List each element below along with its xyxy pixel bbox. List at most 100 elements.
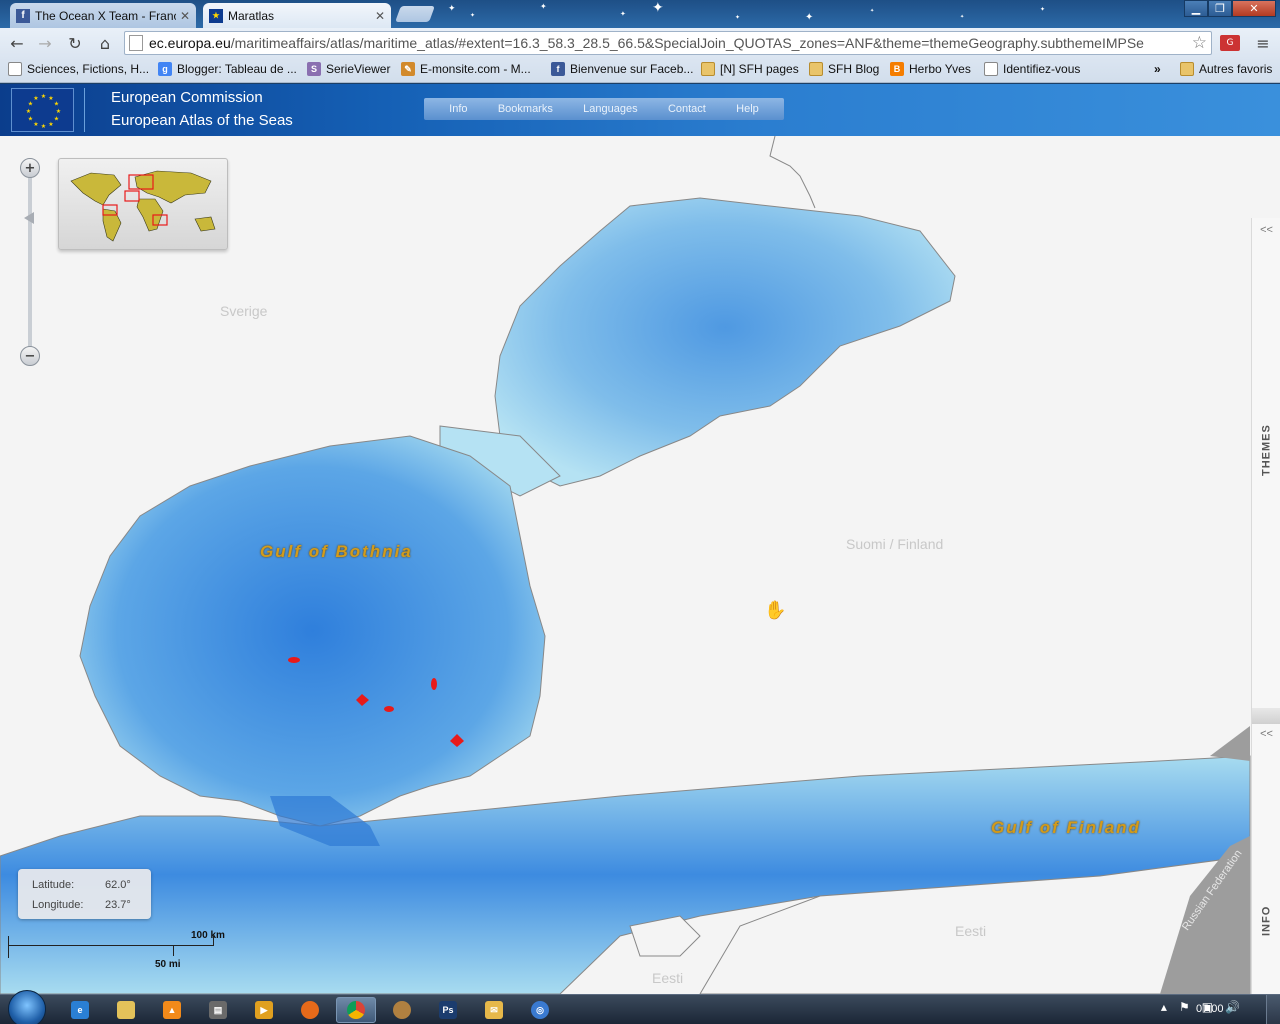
eu-flag-icon: ★ [209,8,223,23]
side-panel: << THEMES << INFO [1251,218,1280,994]
show-desktop-button[interactable] [1266,995,1280,1024]
volume-icon[interactable]: 🔊 [1225,1000,1240,1014]
bookmark-label: Blogger: Tableau de ... [177,62,297,76]
map-canvas[interactable]: Sverige Suomi / Finland Eesti Eesti Russ… [0,136,1280,994]
bookmark-label: SerieViewer [326,62,391,76]
info-collapse-toggle[interactable]: << [1252,728,1280,740]
taskbar-photoshop[interactable]: Ps [428,997,468,1023]
window-close-button[interactable]: ✕ [1232,0,1276,17]
decor-star: ✦ [448,4,456,14]
eu-flag-logo[interactable]: ★ ★ ★ ★ ★ ★ ★ ★ ★ ★ ★ ★ [11,88,74,132]
tray-expand-icon[interactable]: ▴ [1161,1000,1167,1014]
zoom-slider-handle[interactable] [24,212,34,224]
photoshop-icon: Ps [439,1001,457,1019]
bookmark-item[interactable]: f Bienvenue sur Faceb... [551,62,693,76]
taskbar-media[interactable]: ▶ [244,997,284,1023]
google-icon: g [158,62,172,76]
film-icon: ▤ [209,1001,227,1019]
bookmarks-bar: Sciences, Fictions, H... g Blogger: Table… [0,58,1280,83]
address-bar[interactable]: ec.europa.eu/maritimeaffairs/atlas/marit… [124,31,1212,55]
border-line [769,136,816,209]
taskbar-firefox[interactable] [290,997,330,1023]
forward-arrow-icon[interactable]: → [34,32,56,54]
menu-bookmarks[interactable]: Bookmarks [498,103,553,115]
taskbar-explorer[interactable] [106,997,146,1023]
scale-km-line [8,945,214,946]
bookmark-folder[interactable]: [N] SFH pages [701,62,799,76]
taskbar-vlc[interactable]: ▲ [152,997,192,1023]
menu-help[interactable]: Help [736,103,759,115]
vlc-icon: ▲ [163,1001,181,1019]
bathymetry-layer [0,136,1251,994]
wrench-menu-icon[interactable]: ≡ [1252,32,1274,54]
back-arrow-icon[interactable]: ← [6,32,28,54]
taskbar-app[interactable]: ◎ [520,997,560,1023]
taskbar-app[interactable] [382,997,422,1023]
coordinate-readout: Latitude: 62.0° Longitude: 23.7° [18,869,151,919]
decor-star: ✦ [540,2,547,11]
facebook-icon: f [551,62,565,76]
decor-star: ✦ [735,14,741,21]
tab-maratlas[interactable]: ★ Maratlas ✕ [203,3,391,28]
firefox-icon [301,1001,319,1019]
svg-text:★: ★ [48,121,53,128]
bookmark-item[interactable]: S SerieViewer [307,62,390,76]
home-icon[interactable]: ⌂ [94,32,116,54]
label-finland: Suomi / Finland [846,536,944,552]
hand-cursor-icon: ✋ [764,600,787,621]
reload-icon[interactable]: ↻ [64,32,86,54]
taskbar-app[interactable]: ▤ [198,997,238,1023]
restore-button[interactable]: ❐ [1208,0,1232,17]
bay-of-bothnia [494,197,956,487]
extension-icon[interactable]: G [1220,35,1240,51]
themes-panel-tab[interactable]: THEMES [1252,406,1280,476]
themes-collapse-toggle[interactable]: << [1252,224,1280,236]
bookmark-item[interactable]: g Blogger: Tableau de ... [158,62,297,76]
clock[interactable]: 07:00 [1196,1003,1224,1015]
bookmark-item[interactable]: Sciences, Fictions, H... [8,62,149,76]
bookmark-folder[interactable]: SFH Blog [809,62,879,76]
bookmark-star-icon[interactable]: ☆ [1192,33,1207,53]
overview-map[interactable] [58,158,228,250]
bookmark-item[interactable]: Identifiez-vous [984,62,1080,76]
serieviewer-icon: S [307,62,321,76]
new-tab-button[interactable] [395,6,435,22]
info-panel-tab[interactable]: INFO [1252,886,1280,936]
media-player-icon: ▶ [255,1001,273,1019]
browser-toolbar: ← → ↻ ⌂ ec.europa.eu/maritimeaffairs/atl… [0,28,1280,58]
action-center-flag-icon[interactable]: ⚑ [1179,1000,1190,1014]
scale-km-label: 100 km [191,930,225,941]
menu-languages[interactable]: Languages [583,103,637,115]
bookmark-item[interactable]: ✎ E-monsite.com - M... [401,62,531,76]
tab-facebook[interactable]: f The Ocean X Team - Franc ✕ [10,3,196,28]
menu-contact[interactable]: Contact [668,103,706,115]
tab-close-icon[interactable]: ✕ [375,9,385,23]
svg-text:★: ★ [33,95,38,102]
svg-text:★: ★ [28,116,33,123]
page-icon [984,62,998,76]
menu-info[interactable]: Info [449,103,467,115]
zoom-out-button[interactable]: − [20,346,40,366]
start-button[interactable] [8,990,46,1024]
globe-icon: ◎ [531,1001,549,1019]
minimize-button[interactable]: ▁ [1184,0,1208,17]
bookmarks-overflow-chevron[interactable]: » [1154,62,1161,76]
world-map-thumbnail [70,170,216,242]
tab-close-icon[interactable]: ✕ [180,9,190,23]
decor-star: ✦ [1040,6,1046,13]
zoom-slider-track[interactable] [28,176,32,352]
bookmark-label: Sciences, Fictions, H... [27,62,150,76]
taskbar-chrome[interactable] [336,997,376,1023]
quota-zone [431,678,437,690]
other-bookmarks-folder[interactable]: Autres favoris [1180,62,1272,76]
scale-tick [173,946,174,956]
taskbar-ie[interactable]: e [60,997,100,1023]
bookmark-item[interactable]: B Herbo Yves [890,62,971,76]
zoom-in-button[interactable]: + [20,158,40,178]
ie-icon: e [71,1001,89,1019]
app-title: European Atlas of the Seas [111,112,293,129]
url-text[interactable]: ec.europa.eu/maritimeaffairs/atlas/marit… [149,35,1189,51]
decor-star: ✦ [470,12,476,19]
taskbar-app[interactable]: ✉ [474,997,514,1023]
org-name: European Commission [111,89,263,106]
